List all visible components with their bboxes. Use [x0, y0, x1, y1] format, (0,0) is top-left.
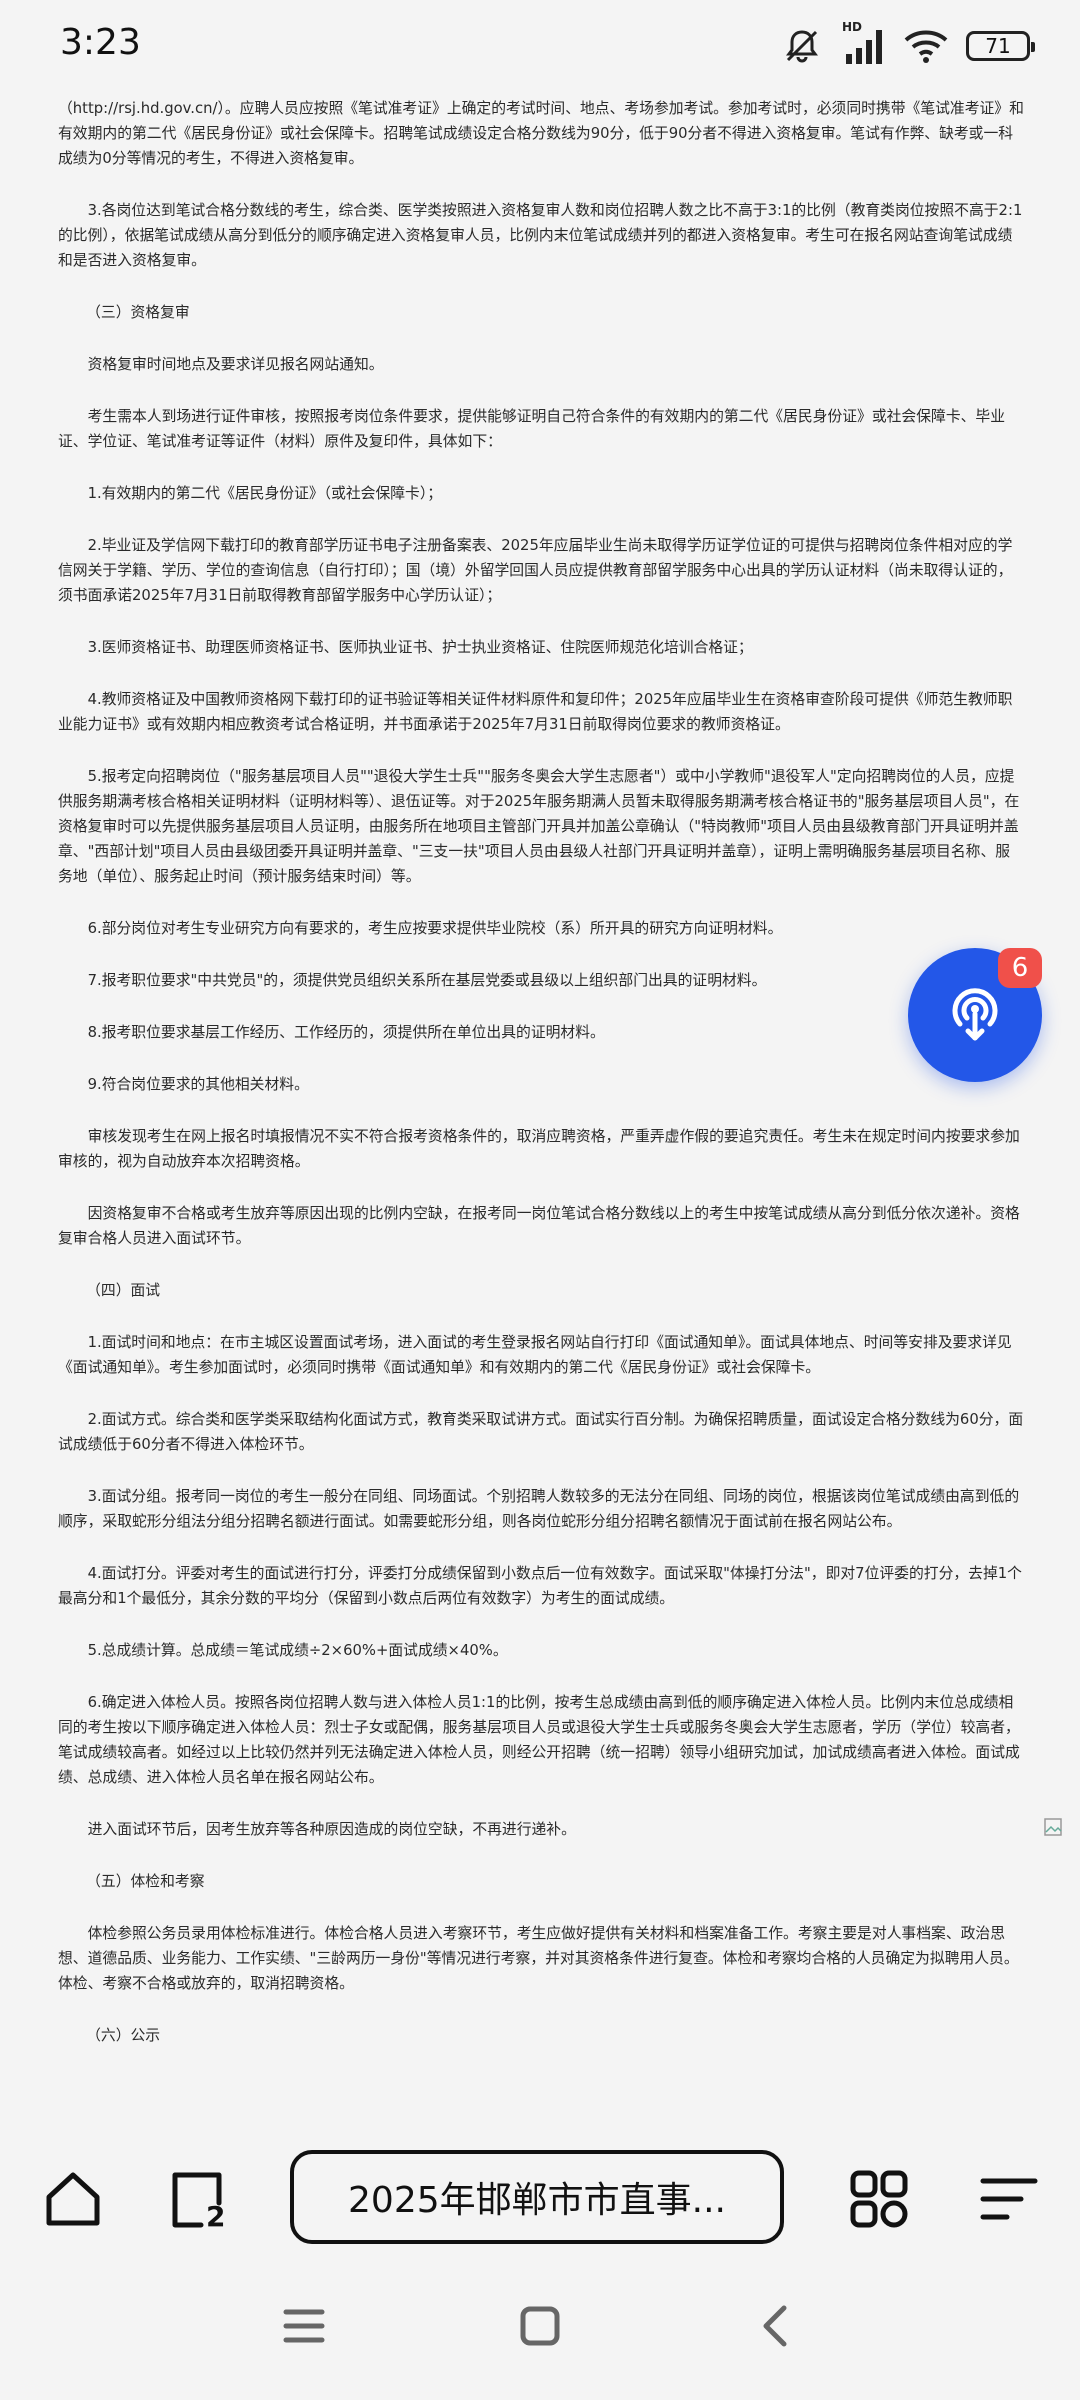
- article-paragraph: 2.面试方式。综合类和医学类采取结构化面试方式，教育类采取试讲方式。面试实行百分…: [58, 1411, 1024, 1453]
- tabs-count: 2: [206, 2200, 226, 2233]
- article-paragraph: 1.有效期内的第二代《居民身份证》（或社会保障卡）；: [87, 485, 443, 502]
- home-square-icon[interactable]: [510, 2296, 570, 2356]
- article-paragraph: 3.面试分组。报考同一岗位的考生一般分在同组、同场面试。个别招聘人数较多的无法分…: [58, 1488, 1020, 1530]
- article-paragraph: 因资格复审不合格或考生放弃等原因出现的比例内空缺，在报考同一岗位笔试合格分数线以…: [58, 1205, 1020, 1247]
- status-bar: 3:23 HD 71: [0, 0, 1080, 92]
- article-paragraph: 考生需本人到场进行证件审核，按照报考岗位条件要求，提供能够证明自己符合条件的有效…: [58, 408, 1006, 450]
- apps-icon[interactable]: [844, 2164, 914, 2234]
- system-nav-bar: [0, 2260, 1080, 2400]
- home-icon[interactable]: [38, 2164, 108, 2234]
- article-paragraph: 进入面试环节后，因考生放弃等各种原因造成的岗位空缺，不再进行递补。: [87, 1821, 576, 1838]
- article-paragraph: 8.报考职位要求基层工作经历、工作经历的，须提供所在单位出具的证明材料。: [87, 1024, 605, 1041]
- article-paragraph: 7.报考职位要求"中共党员"的，须提供党员组织关系所在基层党委或县级以上组织部门…: [87, 972, 767, 989]
- address-title: 2025年邯郸市市直事...: [348, 2180, 726, 2221]
- article-paragraph: （http://rsj.hd.gov.cn/）。应聘人员应按照《笔试准考证》上确…: [58, 100, 1024, 167]
- article-paragraph: （五）体检和考察: [86, 1873, 205, 1890]
- article-paragraph: 6.部分岗位对考生专业研究方向有要求的，考生应按要求提供毕业院校（系）所开具的研…: [87, 920, 783, 937]
- status-icons: HD 71: [780, 20, 1035, 68]
- article-paragraph: 审核发现考生在网上报名时填报情况不实不符合报考资格条件的，取消应聘资格，严重弄虚…: [58, 1128, 1020, 1170]
- article-paragraph: 资格复审时间地点及要求详见报名网站通知。: [87, 356, 384, 373]
- network-label: HD: [842, 20, 863, 34]
- article-paragraph: 5.总成绩计算。总成绩＝笔试成绩÷2×60%+面试成绩×40%。: [87, 1642, 508, 1659]
- article-paragraph: 3.各岗位达到笔试合格分数线的考生，综合类、医学类按照进入资格复审人数和岗位招聘…: [58, 202, 1023, 269]
- article-paragraph: 1.面试时间和地点：在市主城区设置面试考场，进入面试的考生登录报名网站自行打印《…: [58, 1334, 1012, 1376]
- recents-icon[interactable]: [274, 2296, 334, 2356]
- article-paragraph: 体检参照公务员录用体检标准进行。体检合格人员进入考察环节，考生应做好提供有关材料…: [58, 1925, 1019, 1992]
- wifi-icon: [904, 28, 948, 64]
- broadcast-icon: [940, 978, 1010, 1052]
- broken-image-icon: [1044, 1818, 1062, 1836]
- article-paragraph: （四）面试: [86, 1282, 161, 1299]
- address-bar[interactable]: 2025年邯郸市市直事...: [290, 2150, 784, 2244]
- article-paragraph: 6.确定进入体检人员。按照各岗位招聘人数与进入体检人员1:1的比例，按考生总成绩…: [58, 1694, 1020, 1786]
- article-paragraph: （三）资格复审: [86, 304, 190, 321]
- menu-icon[interactable]: [974, 2164, 1044, 2234]
- tabs-icon[interactable]: 2: [162, 2164, 232, 2234]
- article-paragraph: 5.报考定向招聘岗位（"服务基层项目人员""退役大学生士兵""服务冬奥会大学生志…: [58, 768, 1020, 885]
- back-icon[interactable]: [746, 2296, 806, 2356]
- article-paragraph: 4.教师资格证及中国教师资格网下载打印的证书验证等相关证件材料原件和复印件；20…: [58, 691, 1013, 733]
- battery-level: 71: [985, 34, 1011, 58]
- signal-icon: HD: [842, 20, 886, 66]
- status-time: 3:23: [60, 22, 141, 63]
- article-paragraph: 3.医师资格证书、助理医师资格证书、医师执业证书、护士执业资格证、住院医师规范化…: [87, 639, 753, 656]
- article-paragraph: （六）公示: [86, 2027, 161, 2044]
- battery-icon: 71: [966, 31, 1035, 61]
- notification-badge: 6: [998, 948, 1042, 988]
- article-paragraph: 9.符合岗位要求的其他相关材料。: [87, 1076, 309, 1093]
- article-paragraph: 2.毕业证及学信网下载打印的教育部学历证书电子注册备案表、2025年应届毕业生尚…: [58, 537, 1013, 604]
- mute-icon: [780, 24, 824, 68]
- article-paragraph: 4.面试打分。评委对考生的面试进行打分，评委打分成绩保留到小数点后一位有效数字。…: [58, 1565, 1022, 1607]
- article-body: （http://rsj.hd.gov.cn/）。应聘人员应按照《笔试准考证》上确…: [58, 96, 1024, 2075]
